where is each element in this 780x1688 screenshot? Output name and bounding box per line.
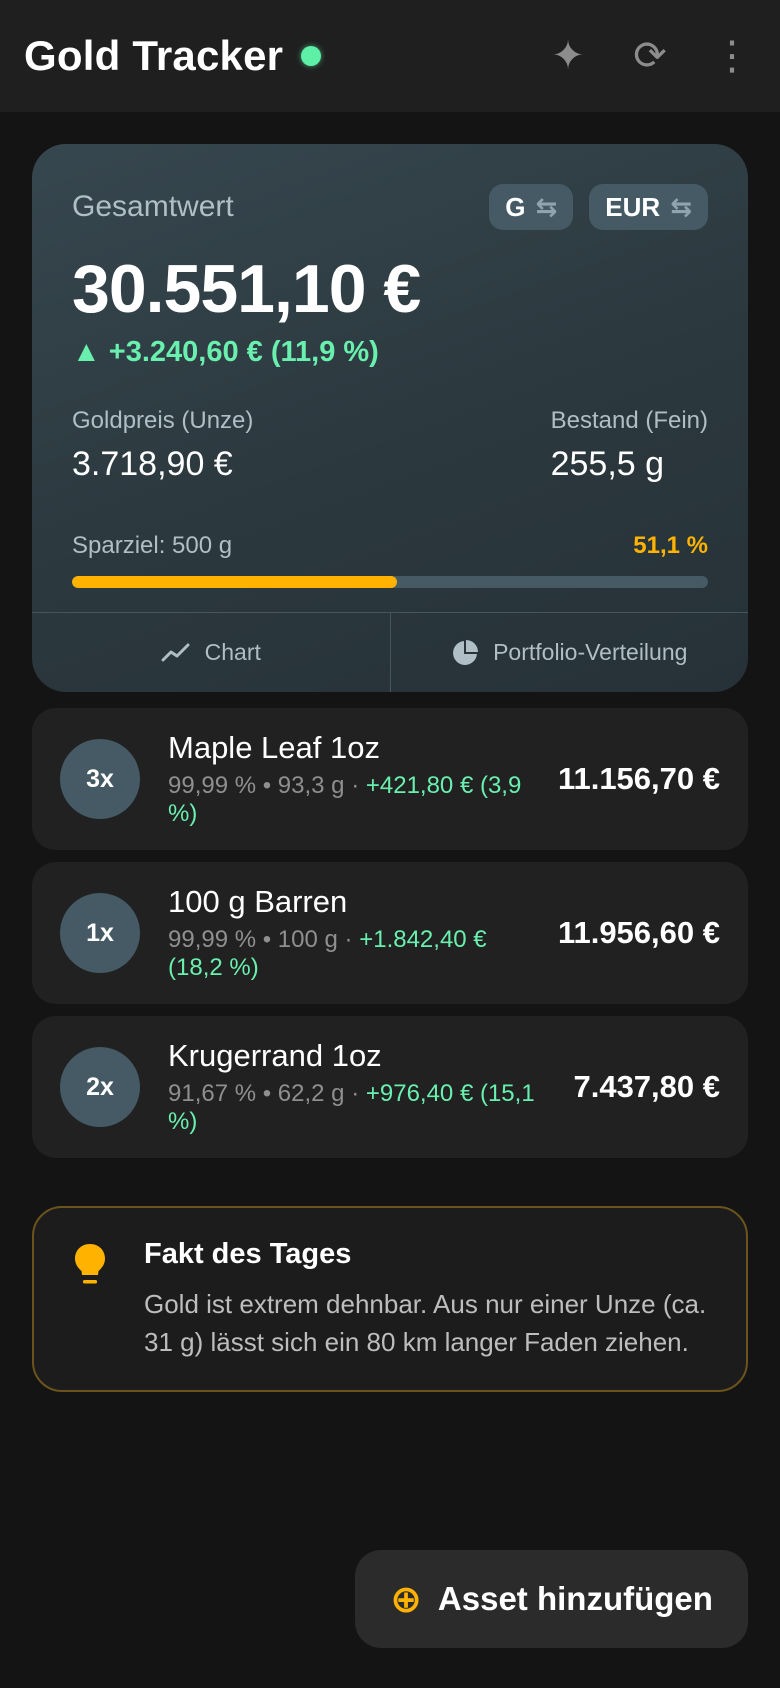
quantity-badge: 2x [60, 1047, 140, 1127]
currency-chip-label: EUR [605, 191, 661, 222]
card-actions: Chart Portfolio-Verteilung [32, 612, 748, 692]
holdings-value: 255,5 g [550, 445, 665, 483]
savings-goal-label: Sparziel: 500 g [72, 532, 233, 559]
asset-value: 7.437,80 € [573, 1069, 720, 1104]
asset-purity-weight: 99,99 % • 93,3 g [168, 772, 345, 799]
savings-goal-percent: 51,1 % [633, 532, 708, 559]
line-chart-icon [161, 643, 190, 661]
holdings-block: Bestand (Fein) 255,5 g [551, 407, 708, 484]
unit-toggle-button[interactable]: G ⇆ [489, 184, 574, 230]
asset-meta-separator: · [337, 926, 360, 953]
asset-card[interactable]: 2x Krugerrand 1oz 91,67 % • 62,2 g · +97… [32, 1016, 748, 1158]
pie-chart-icon [453, 639, 479, 665]
asset-meta-separator: · [344, 1080, 366, 1107]
swap-icon: ⇆ [535, 191, 558, 222]
more-menu-icon[interactable]: ⋮ [708, 32, 756, 80]
fact-title: Fakt des Tages [144, 1238, 352, 1270]
asset-name: Maple Leaf 1oz [168, 730, 380, 765]
asset-meta: 91,67 % • 62,2 g · +976,40 € (15,1 %) [168, 1080, 548, 1136]
asset-meta: 99,99 % • 100 g · +1.842,40 € (18,2 %) [168, 926, 548, 982]
total-change: ▲ +3.240,60 € (11,9 %) [72, 336, 379, 368]
gold-price-label: Goldpreis (Unze) [72, 407, 254, 434]
asset-purity-weight: 99,99 % • 100 g [168, 926, 338, 953]
portfolio-distribution-button[interactable]: Portfolio-Verteilung [389, 613, 749, 692]
savings-goal-progress [72, 576, 708, 588]
gold-price-value: 3.718,90 € [72, 445, 233, 483]
swap-icon: ⇆ [670, 191, 692, 222]
add-asset-label: Asset hinzufügen [437, 1580, 713, 1617]
add-asset-button[interactable]: ⊕ Asset hinzufügen [355, 1550, 748, 1648]
quantity-badge: 1x [60, 893, 140, 973]
asset-meta: 99,99 % • 93,3 g · +421,80 € (3,9 %) [168, 772, 548, 828]
asset-meta-separator: · [344, 772, 366, 799]
asset-value: 11.956,60 € [557, 915, 720, 950]
fact-text: Gold ist extrem dehnbar. Aus nur einer U… [144, 1289, 707, 1357]
asset-purity-weight: 91,67 % • 62,2 g [168, 1080, 345, 1107]
total-label: Gesamtwert [72, 190, 234, 223]
summary-card: Gesamtwert G ⇆ EUR ⇆ 30.551,10 € ▲ +3.24… [32, 144, 748, 692]
add-circle-icon: ⊕ [390, 1578, 422, 1621]
app-title: Gold Tracker [24, 32, 284, 79]
portfolio-distribution-label: Portfolio-Verteilung [493, 639, 688, 665]
lightbulb-icon [75, 1244, 105, 1284]
app-bar-actions: ✦ ⟳ ⋮ [544, 32, 756, 80]
holdings-label: Bestand (Fein) [550, 407, 708, 434]
fact-of-the-day-card: Fakt des Tages Gold ist extrem dehnbar. … [32, 1206, 748, 1392]
refresh-icon[interactable]: ⟳ [626, 32, 674, 80]
asset-name: 100 g Barren [168, 884, 348, 919]
unit-chip-label: G [505, 191, 526, 222]
asset-card[interactable]: 1x 100 g Barren 99,99 % • 100 g · +1.842… [32, 862, 748, 1004]
quantity-badge: 3x [60, 739, 140, 819]
chart-button[interactable]: Chart [32, 613, 390, 692]
gold-price-block: Goldpreis (Unze) 3.718,90 € [72, 407, 253, 484]
chart-button-label: Chart [204, 639, 261, 665]
asset-name: Krugerrand 1oz [168, 1038, 382, 1073]
asset-card[interactable]: 3x Maple Leaf 1oz 99,99 % • 93,3 g · +42… [32, 708, 748, 850]
total-value: 30.551,10 € [72, 251, 421, 327]
app-bar: Gold Tracker ✦ ⟳ ⋮ [0, 0, 780, 112]
status-dot [301, 46, 322, 66]
savings-goal-progress-fill [72, 576, 397, 588]
currency-toggle-button[interactable]: EUR ⇆ [589, 184, 708, 230]
asset-value: 11.156,70 € [557, 761, 720, 796]
sparkle-icon[interactable]: ✦ [544, 32, 592, 80]
